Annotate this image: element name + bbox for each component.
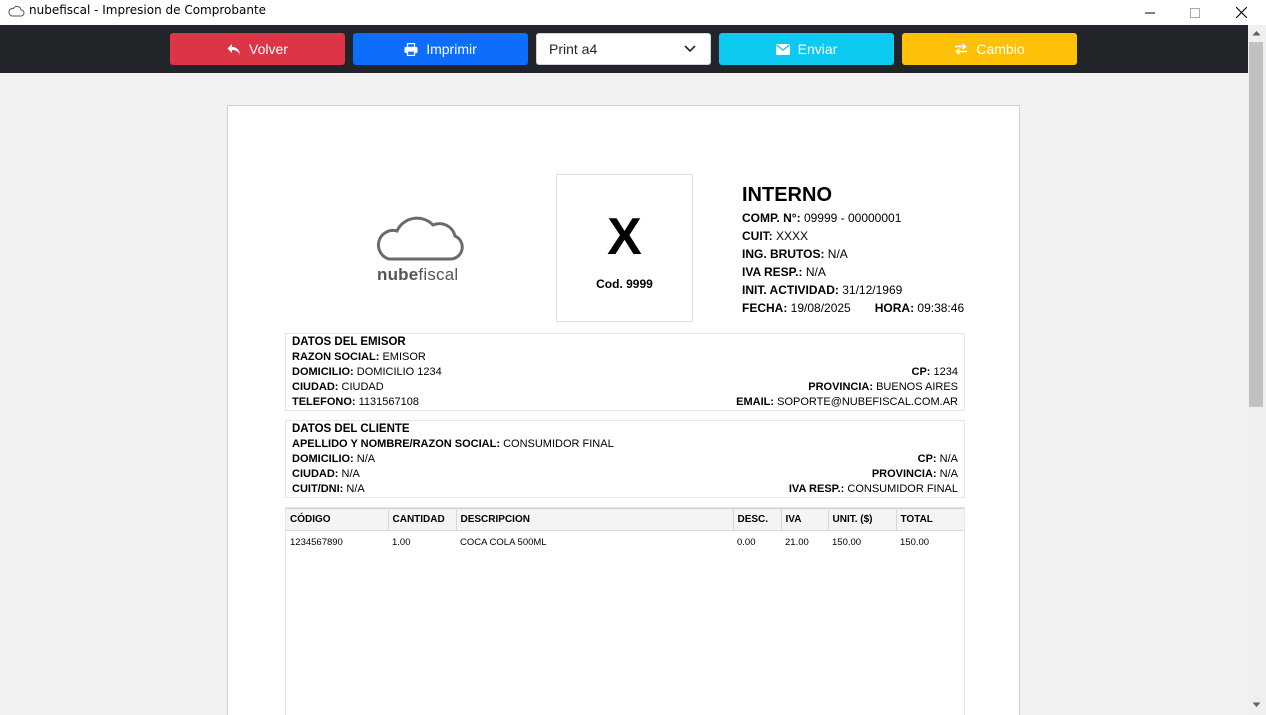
cell-total: 150.00: [900, 537, 930, 548]
cliente-row-3: CIUDAD: N/A PROVINCIA: N/A: [292, 468, 958, 480]
envelope-icon: [775, 43, 790, 55]
window-title-bar: nubefiscal - Impresion de Comprobante: [0, 0, 1266, 25]
column-header: CANTIDAD: [388, 508, 457, 531]
voucher-type-box: X Cod. 9999: [556, 174, 693, 322]
init-actividad-row: INIT. ACTIVIDAD: 31/12/1969: [742, 283, 903, 297]
ing-brutos-row: ING. BRUTOS: N/A: [742, 247, 848, 261]
table-row: 1234567890 1.00 COCA COLA 500ML 0.00 21.…: [286, 531, 964, 553]
scroll-up-arrow-icon[interactable]: [1252, 30, 1261, 36]
cliente-row-2: DOMICILIO: N/A CP: N/A: [292, 453, 958, 465]
nubefiscal-wordmark: nubefiscal: [377, 265, 458, 285]
scroll-down-arrow-icon[interactable]: [1252, 702, 1261, 708]
scrollbar-thumb[interactable]: [1249, 42, 1263, 407]
cuit-row: CUIT: XXXX: [742, 229, 809, 243]
cliente-row-1: APELLIDO Y NOMBRE/RAZON SOCIAL: CONSUMID…: [292, 438, 614, 450]
document-title: INTERNO: [742, 184, 832, 206]
cliente-title: DATOS DEL CLIENTE: [292, 423, 410, 435]
iva-resp-row: IVA RESP.: N/A: [742, 265, 826, 279]
close-icon: [1235, 7, 1247, 18]
maximize-button[interactable]: [1172, 0, 1218, 25]
column-header: UNIT. ($): [828, 508, 897, 531]
brand-bold: nube: [377, 265, 419, 284]
column-header: CÓDIGO: [286, 508, 389, 531]
column-header: DESCRIPCION: [456, 508, 734, 531]
imprimir-label: Imprimir: [426, 41, 477, 57]
close-window-button[interactable]: [1218, 0, 1264, 25]
exchange-arrows-icon: [955, 43, 968, 55]
emisor-section: DATOS DEL EMISOR RAZON SOCIAL: EMISOR DO…: [285, 333, 965, 411]
voucher-letter: X: [607, 208, 642, 266]
enviar-button[interactable]: Enviar: [719, 33, 894, 65]
chevron-down-icon: [684, 45, 696, 53]
column-header: TOTAL: [896, 508, 964, 531]
cliente-section: DATOS DEL CLIENTE APELLIDO Y NOMBRE/RAZO…: [285, 420, 965, 498]
column-header: DESC.: [733, 508, 782, 531]
emisor-row-1: RAZON SOCIAL: EMISOR: [292, 351, 426, 363]
reply-arrow-icon: [227, 43, 241, 55]
volver-button[interactable]: Volver: [170, 33, 345, 65]
cell-desc: 0.00: [737, 537, 756, 548]
cell-cantidad: 1.00: [392, 537, 411, 548]
cell-codigo: 1234567890: [290, 537, 343, 548]
column-header: IVA: [781, 508, 829, 531]
cambio-button[interactable]: Cambio: [902, 33, 1077, 65]
cloud-icon: [8, 4, 25, 18]
minimize-icon: [1145, 12, 1155, 13]
vertical-scrollbar[interactable]: [1248, 25, 1266, 715]
items-table-container: CÓDIGO CANTIDAD DESCRIPCION DESC. IVA UN…: [285, 507, 965, 715]
window-title: nubefiscal - Impresion de Comprobante: [29, 3, 267, 17]
emisor-title: DATOS DEL EMISOR: [292, 336, 406, 348]
volver-label: Volver: [249, 41, 288, 57]
cell-descripcion: COCA COLA 500ML: [460, 537, 547, 548]
emisor-row-3: CIUDAD: CIUDAD PROVINCIA: BUENOS AIRES: [292, 381, 958, 393]
imprimir-button[interactable]: Imprimir: [353, 33, 528, 65]
emisor-row-2: DOMICILIO: DOMICILIO 1234 CP: 1234: [292, 366, 958, 378]
cell-iva: 21.00: [785, 537, 809, 548]
printer-icon: [404, 42, 418, 56]
items-table: CÓDIGO CANTIDAD DESCRIPCION DESC. IVA UN…: [286, 508, 964, 553]
cliente-row-4: CUIT/DNI: N/A IVA RESP.: CONSUMIDOR FINAL: [292, 483, 958, 495]
maximize-icon: [1190, 7, 1200, 18]
brand-light: fiscal: [418, 265, 459, 284]
receipt-document: nubefiscal X Cod. 9999 INTERNO COMP. N°:…: [227, 105, 1020, 715]
print-format-select[interactable]: Print a4: [536, 33, 711, 65]
print-format-value: Print a4: [549, 41, 598, 57]
action-toolbar: Volver Imprimir Print a4 Enviar Cambio: [0, 25, 1248, 73]
comp-number-row: COMP. N°: 09999 - 00000001: [742, 211, 902, 225]
minimize-button[interactable]: [1127, 0, 1173, 25]
emisor-row-4: TELEFONO: 1131567108 EMAIL: SOPORTE@NUBEF…: [292, 396, 958, 408]
enviar-label: Enviar: [797, 41, 838, 57]
cell-unit: 150.00: [832, 537, 862, 548]
voucher-code: Cod. 9999: [596, 277, 653, 291]
cambio-label: Cambio: [976, 41, 1025, 57]
voucher-header-info: INTERNO COMP. N°: 09999 - 00000001 CUIT:…: [742, 182, 964, 317]
items-header-row: CÓDIGO CANTIDAD DESCRIPCION DESC. IVA UN…: [286, 508, 964, 531]
fecha-hora-row: FECHA: 19/08/2025 HORA: 09:38:46: [742, 301, 965, 315]
